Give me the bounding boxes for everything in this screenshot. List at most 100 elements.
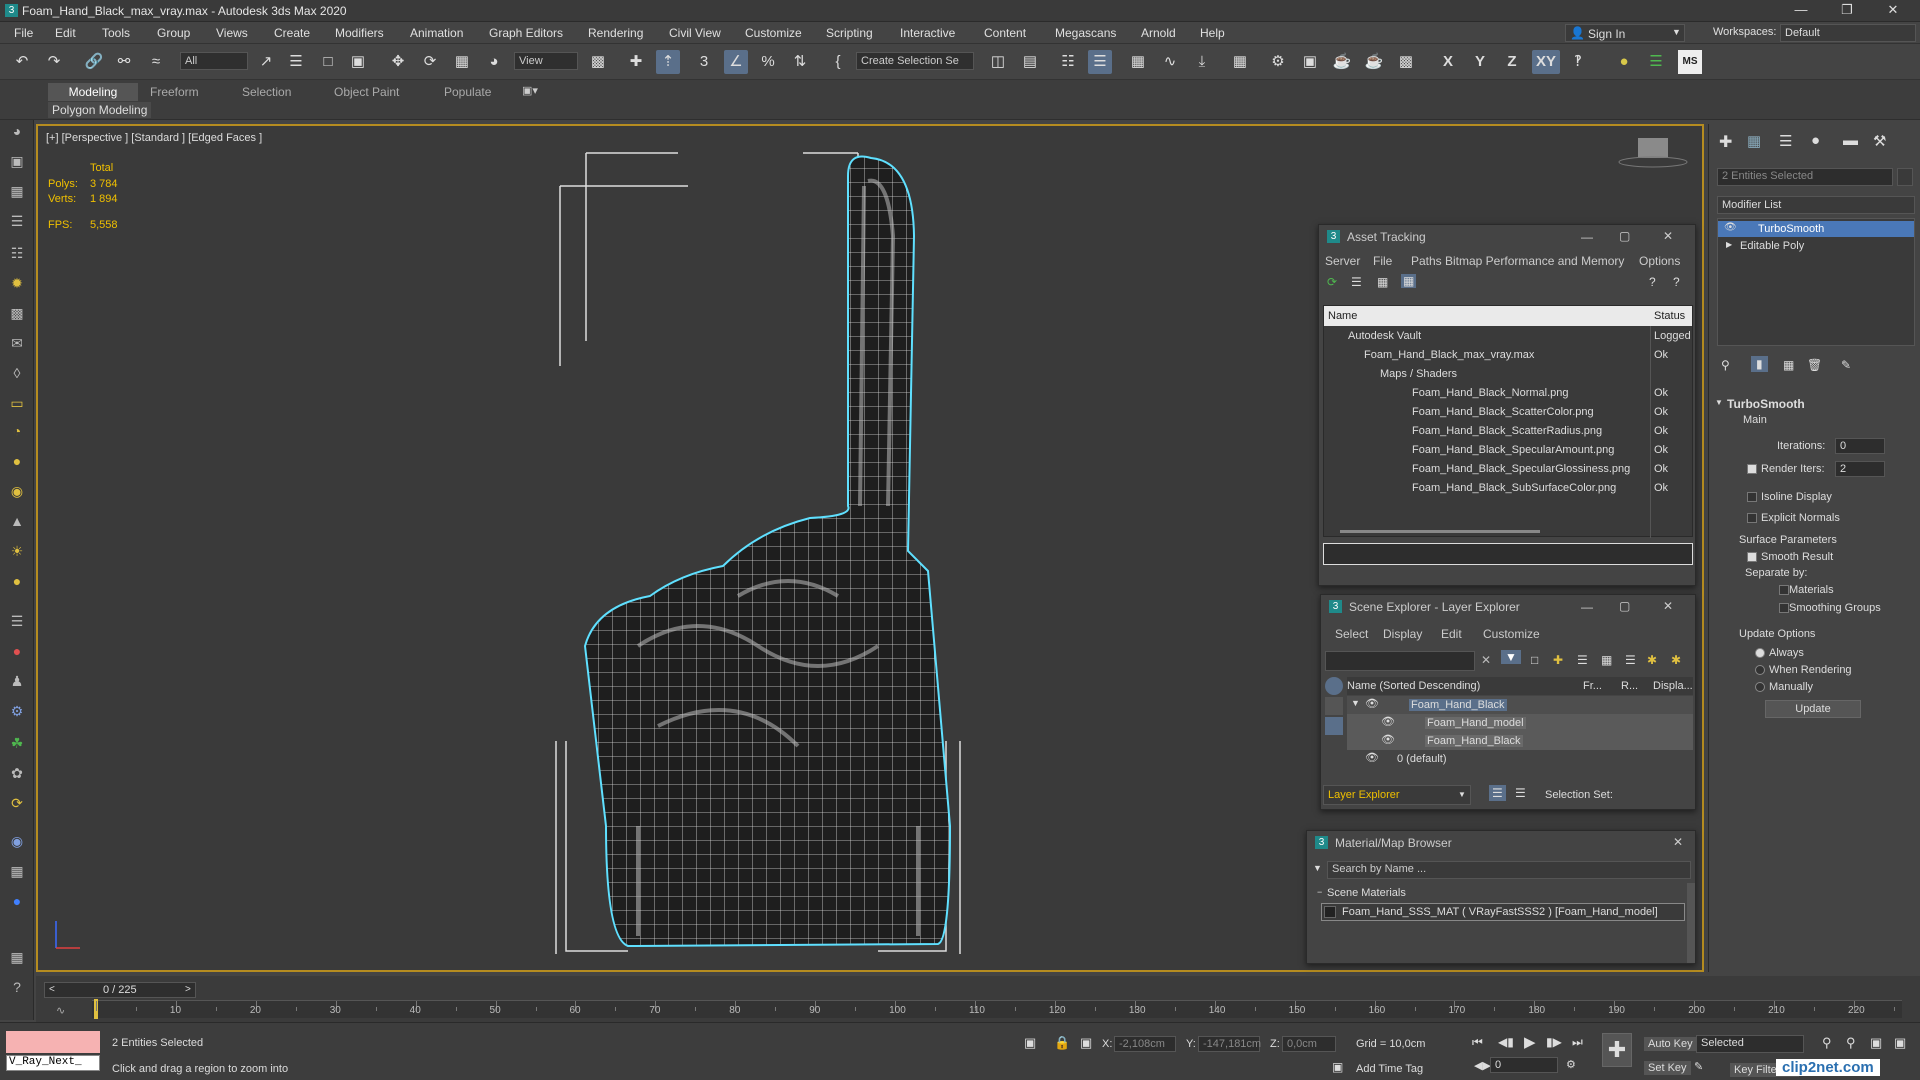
menu-animation[interactable]: Animation	[410, 26, 463, 40]
asset-row-normal[interactable]: Foam_Hand_Black_Normal.png	[1412, 387, 1569, 399]
explicit-normals-checkbox[interactable]	[1747, 513, 1757, 523]
filter-icon[interactable]: ▼	[1501, 650, 1521, 664]
object-row[interactable]: 👁 Foam_Hand_Black	[1347, 732, 1693, 750]
dome-icon[interactable]: ◔	[6, 420, 28, 442]
angle-snap-icon[interactable]: ∠	[724, 50, 748, 74]
axis-y-button[interactable]: Y	[1468, 50, 1492, 74]
configure-sets-icon[interactable]: ✎	[1841, 358, 1851, 372]
view-cube[interactable]	[1618, 138, 1688, 168]
show-end-result-icon[interactable]: ▮	[1751, 356, 1768, 372]
material-editor-icon[interactable]: ▦	[1228, 50, 1252, 74]
eye-icon[interactable]: 👁	[1724, 222, 1737, 233]
display-icon[interactable]: ●	[6, 890, 28, 912]
maxscript-listener[interactable]	[6, 1031, 100, 1053]
layer-row[interactable]: 👁 0 (default)	[1347, 750, 1693, 768]
eye-icon[interactable]: 👁	[1365, 697, 1379, 710]
helpers-icon[interactable]: ✉	[6, 332, 28, 354]
highlight-icon[interactable]: ✱	[1647, 653, 1657, 667]
when-rendering-radio[interactable]	[1755, 665, 1765, 675]
col-freeze[interactable]: Fr...	[1583, 680, 1602, 692]
col-display[interactable]: Displa...	[1653, 680, 1693, 692]
col-render[interactable]: R...	[1621, 680, 1638, 692]
go-to-start-icon[interactable]: ⏮	[1472, 1035, 1483, 1050]
cone-icon[interactable]: ▲	[6, 510, 28, 532]
viewport-layout-icon[interactable]: ▣	[6, 150, 28, 172]
camera-icon[interactable]: ▩	[6, 302, 28, 324]
menu-civil-view[interactable]: Civil View	[669, 26, 721, 40]
scene-menu-select[interactable]: Select	[1335, 627, 1368, 641]
menu-arnold[interactable]: Arnold	[1141, 26, 1176, 40]
render-iterative-icon[interactable]: ☕	[1362, 50, 1386, 74]
curve-editor-icon[interactable]: ∿	[1158, 50, 1182, 74]
turbosmooth-rollout-header[interactable]: ▼ TurboSmooth	[1713, 396, 1917, 412]
ball-icon[interactable]: ●	[6, 570, 28, 592]
new-layer-icon[interactable]: ✚	[1553, 653, 1563, 667]
chevron-down-icon[interactable]: ▼	[1313, 863, 1322, 873]
x-coordinate-field[interactable]: -2,108cm	[1114, 1036, 1176, 1052]
window-crossing-icon[interactable]: ▣	[346, 50, 370, 74]
keyboard-shortcut-icon[interactable]: ⇡	[656, 50, 680, 74]
set-key-plus-icon[interactable]: ✚	[1602, 1033, 1632, 1067]
ribbon-options-icon[interactable]: ▣▾	[522, 84, 538, 97]
sign-in-dropdown[interactable]: 👤 Sign In ▼	[1565, 24, 1685, 42]
ribbon-polygon-modeling[interactable]: Polygon Modeling	[48, 102, 152, 118]
create-panel-icon[interactable]: ▦	[6, 180, 28, 202]
plane-icon[interactable]: ▭	[6, 392, 28, 414]
link-icon[interactable]: 🔗	[82, 50, 106, 74]
key-mode-icon[interactable]: ◀▶	[1474, 1059, 1491, 1072]
rendered-frame-icon[interactable]: ▣	[1298, 50, 1322, 74]
key-set-dropdown[interactable]: Selected	[1696, 1035, 1804, 1053]
hierarchy-tab-icon[interactable]: ☰	[1779, 132, 1792, 150]
menu-edit[interactable]: Edit	[55, 26, 76, 40]
auto-key-button[interactable]: Auto Key	[1644, 1037, 1697, 1051]
layout-icon[interactable]: ▦	[6, 946, 28, 968]
z-coordinate-field[interactable]: 0,0cm	[1282, 1036, 1336, 1052]
zoom-all-icon[interactable]: ⚲	[1846, 1035, 1856, 1051]
tab-selection[interactable]: Selection	[236, 83, 297, 101]
asset-menu-server[interactable]: Server	[1325, 254, 1360, 268]
menu-group[interactable]: Group	[157, 26, 190, 40]
maximize-icon[interactable]: ▢	[1619, 229, 1630, 243]
axis-x-button[interactable]: X	[1436, 50, 1460, 74]
menu-file[interactable]: File	[14, 26, 33, 40]
asset-row-specamount[interactable]: Foam_Hand_Black_SpecularAmount.png	[1412, 444, 1614, 456]
close-icon[interactable]: ✕	[1663, 599, 1673, 613]
maximize-icon[interactable]: ▢	[1619, 599, 1630, 613]
key-tangent-icon[interactable]: ✎	[1694, 1060, 1703, 1073]
grid-icon[interactable]: ☷	[6, 242, 28, 264]
asset-row-specgloss[interactable]: Foam_Hand_Black_SpecularGlossiness.png	[1412, 463, 1630, 475]
bind-space-warp-icon[interactable]: ≈	[144, 50, 168, 74]
asset-row-scatterradius[interactable]: Foam_Hand_Black_ScatterRadius.png	[1412, 425, 1602, 437]
asset-row-max[interactable]: Foam_Hand_Black_max_vray.max	[1364, 349, 1534, 361]
select-manipulate-icon[interactable]: ✚	[624, 50, 648, 74]
material-item[interactable]: Foam_Hand_SSS_MAT ( VRayFastSSS2 ) [Foam…	[1321, 903, 1685, 921]
asset-menu-options[interactable]: Options	[1639, 254, 1680, 268]
selection-filter-dropdown[interactable]: All	[180, 52, 248, 70]
close-icon[interactable]: ✕	[1663, 229, 1673, 243]
materials-checkbox[interactable]	[1779, 585, 1789, 595]
table-view-icon[interactable]: ▦	[1401, 274, 1417, 288]
menu-views[interactable]: Views	[216, 26, 248, 40]
always-radio[interactable]	[1755, 648, 1765, 658]
lock-icon[interactable]: □	[1531, 653, 1538, 667]
asset-row-maps[interactable]: Maps / Shaders	[1380, 368, 1457, 380]
close-icon[interactable]: ✕	[1673, 835, 1683, 849]
explorer-type-dropdown[interactable]: Layer Explorer ▼	[1323, 785, 1471, 805]
y-coordinate-field[interactable]: -147,181cm	[1198, 1036, 1261, 1052]
current-frame-field[interactable]: 0	[1490, 1057, 1558, 1073]
object-row[interactable]: 👁 Foam_Hand_model	[1347, 714, 1693, 732]
pivot-icon[interactable]: ▩	[586, 50, 610, 74]
list-icon[interactable]: ☰	[6, 210, 28, 232]
display-objects-icon[interactable]	[1325, 677, 1343, 695]
scene-search-input[interactable]	[1325, 651, 1475, 671]
menu-interactive[interactable]: Interactive	[900, 26, 955, 40]
time-tag-icon[interactable]: ▣	[1332, 1060, 1343, 1074]
render-iters-checkbox[interactable]	[1747, 464, 1757, 474]
axis-z-button[interactable]: Z	[1500, 50, 1524, 74]
thumbnail-icon[interactable]: ▦	[1377, 275, 1388, 289]
menu-modifiers[interactable]: Modifiers	[335, 26, 384, 40]
layer-row[interactable]: ▼ 👁 Foam_Hand_Black	[1347, 696, 1693, 714]
rect-selection-icon[interactable]: □	[316, 50, 340, 74]
asset-menu-file[interactable]: File	[1373, 254, 1392, 268]
globe-icon[interactable]: ◉	[6, 830, 28, 852]
